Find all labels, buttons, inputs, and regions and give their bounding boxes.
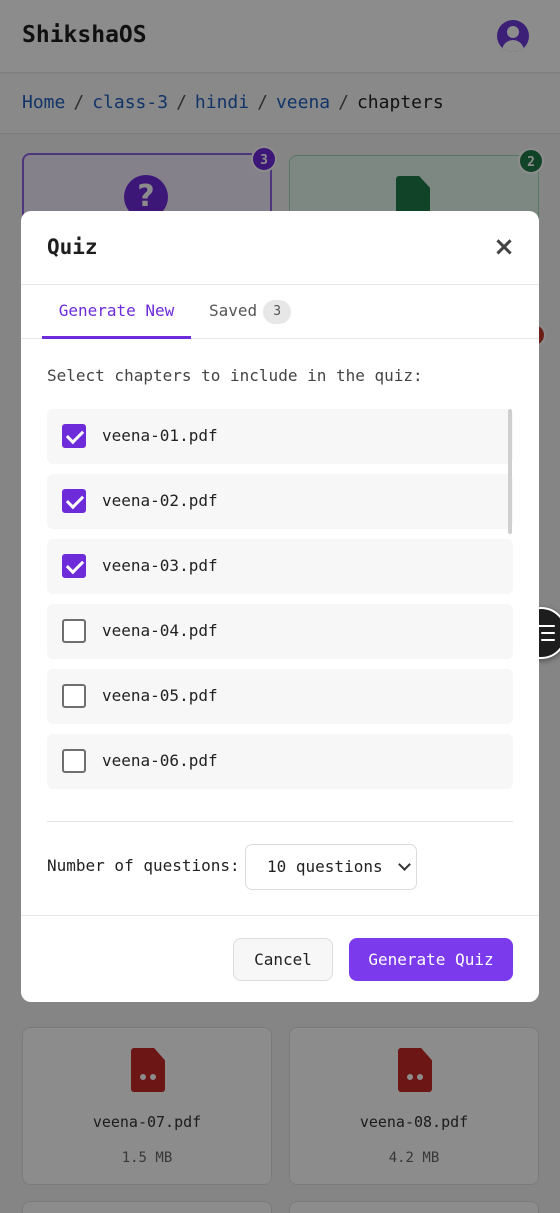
chapter-name: veena-01.pdf (102, 426, 218, 445)
chapter-name: veena-05.pdf (102, 686, 218, 705)
num-questions-value: 10 questions (267, 857, 383, 876)
chevron-down-icon (398, 858, 411, 871)
footer-divider (21, 915, 539, 916)
chapter-checkbox[interactable] (62, 424, 86, 448)
num-questions-select[interactable]: 10 questions (245, 844, 417, 890)
chapter-name: veena-02.pdf (102, 491, 218, 510)
generate-quiz-button[interactable]: Generate Quiz (349, 938, 513, 981)
chapter-checkbox[interactable] (62, 489, 86, 513)
saved-count-badge: 3 (263, 299, 292, 324)
chapter-checkbox[interactable] (62, 749, 86, 773)
chapter-list[interactable]: veena-01.pdf veena-02.pdf veena-03.pdf v… (47, 409, 513, 799)
modal-tabs: Generate New Saved 3 (21, 285, 539, 339)
chapter-item[interactable]: veena-01.pdf (47, 409, 513, 464)
quiz-modal: Quiz × Generate New Saved 3 Select chapte… (21, 211, 539, 1002)
chapter-checkbox[interactable] (62, 554, 86, 578)
chapter-item[interactable]: veena-03.pdf (47, 539, 513, 594)
chapter-item[interactable]: veena-04.pdf (47, 604, 513, 659)
chapter-name: veena-06.pdf (102, 751, 218, 770)
chapter-item[interactable]: veena-02.pdf (47, 474, 513, 529)
chapter-name: veena-03.pdf (102, 556, 218, 575)
chapter-checkbox[interactable] (62, 684, 86, 708)
chapter-checkbox[interactable] (62, 619, 86, 643)
chapter-name: veena-04.pdf (102, 621, 218, 640)
tab-saved-label: Saved (209, 301, 258, 320)
modal-header: Quiz × (21, 211, 539, 285)
close-icon[interactable]: × (493, 234, 515, 260)
chapter-list-scrollbar[interactable] (508, 409, 512, 534)
chapter-item[interactable]: veena-05.pdf (47, 669, 513, 724)
chapter-item[interactable]: veena-06.pdf (47, 734, 513, 789)
section-divider (47, 821, 513, 822)
num-questions-label: Number of questions: (47, 856, 240, 875)
cancel-button[interactable]: Cancel (233, 938, 333, 981)
modal-title: Quiz (47, 235, 98, 259)
chapter-instruction: Select chapters to include in the quiz: (47, 366, 423, 385)
tab-saved[interactable]: Saved 3 (209, 285, 292, 339)
tab-generate-new[interactable]: Generate New (42, 285, 191, 339)
